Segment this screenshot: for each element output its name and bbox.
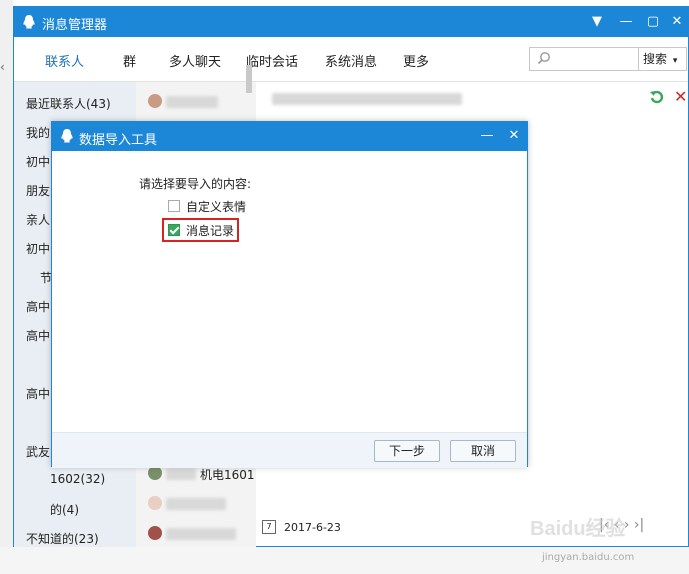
blurred-name — [166, 96, 218, 108]
tab-system-messages[interactable]: 系统消息 — [325, 51, 377, 70]
qq-logo-icon — [60, 128, 74, 144]
list-item[interactable]: 机电1601 — [200, 466, 255, 483]
sidebar-item[interactable]: 最近联系人(43) — [26, 95, 111, 112]
highlight-box — [162, 218, 239, 242]
avatar — [148, 466, 162, 480]
watermark-url: jingyan.baidu.com — [542, 552, 635, 563]
sidebar-item[interactable]: 武友 — [26, 443, 50, 460]
tab-multi-chat[interactable]: 多人聊天 — [169, 51, 221, 70]
desktop-strip — [0, 0, 13, 574]
tab-contacts[interactable]: 联系人 — [45, 51, 84, 70]
minimize-button[interactable]: — — [615, 11, 637, 33]
sidebar-item[interactable]: 的(4) — [50, 501, 79, 518]
dialog-close-button[interactable]: ✕ — [503, 125, 525, 147]
data-import-dialog: 数据导入工具 — ✕ 请选择要导入的内容: 自定义表情 消息记录 下一步 取消 — [51, 121, 528, 468]
search-button[interactable]: 搜索 ▾ — [638, 48, 687, 70]
main-window-title: 消息管理器 — [42, 18, 108, 33]
next-button[interactable]: 下一步 — [374, 440, 440, 462]
sidebar-item[interactable]: 我的 — [26, 124, 50, 141]
tab-temp-chat[interactable]: 临时会话 — [246, 51, 298, 70]
search-icon — [537, 51, 551, 68]
baidu-watermark: Baidu经验 — [530, 518, 626, 540]
maximize-button[interactable]: ▢ — [642, 11, 664, 33]
close-button[interactable]: ✕ — [666, 11, 688, 33]
avatar — [148, 496, 162, 510]
sidebar-item[interactable]: 1602(32) — [50, 472, 105, 486]
calendar-icon[interactable]: 7 — [262, 520, 276, 534]
custom-emoji-label[interactable]: 自定义表情 — [186, 198, 246, 215]
refresh-icon[interactable] — [648, 88, 666, 106]
scroll-indicator — [246, 65, 252, 93]
dialog-footer: 下一步 取消 — [52, 432, 527, 468]
sidebar-item[interactable]: 高中 — [26, 298, 50, 315]
sidebar-item[interactable]: 朋友 — [26, 182, 50, 199]
nav-tabs: 联系人 群 多人聊天 临时会话 系统消息 更多 搜索 ▾ — [14, 37, 688, 82]
delete-icon[interactable]: ✕ — [674, 87, 687, 106]
sidebar-item[interactable]: 初中 — [26, 153, 50, 170]
blurred-name — [166, 528, 236, 540]
sidebar-item[interactable]: 亲人 — [26, 211, 50, 228]
dialog-titlebar: 数据导入工具 — ✕ — [52, 122, 527, 151]
sidebar-item[interactable]: 高中 — [26, 327, 50, 344]
custom-emoji-checkbox[interactable] — [168, 200, 180, 212]
blurred-message — [272, 93, 462, 105]
sidebar-item[interactable]: 高中 — [26, 385, 50, 402]
search-button-label: 搜索 — [643, 52, 668, 66]
cancel-button[interactable]: 取消 — [450, 440, 516, 462]
blurred-name — [166, 498, 226, 510]
qq-logo-icon — [22, 14, 36, 30]
blurred-name — [166, 468, 196, 480]
date-label: 2017-6-23 — [284, 521, 341, 534]
avatar — [148, 526, 162, 540]
dialog-minimize-button[interactable]: — — [476, 125, 498, 147]
search-box[interactable]: 搜索 ▾ — [529, 47, 687, 71]
dropdown-icon[interactable]: ▼ — [586, 11, 608, 33]
tab-groups[interactable]: 群 — [123, 51, 136, 70]
sidebar-item[interactable]: 不知道的(23) — [26, 530, 99, 547]
chevron-down-icon: ▾ — [672, 56, 678, 66]
tab-more[interactable]: 更多 — [403, 51, 429, 70]
import-prompt: 请选择要导入的内容: — [139, 177, 252, 191]
left-edge-arrow-icon: ‹ — [0, 60, 5, 74]
sidebar-item[interactable]: 初中 — [26, 240, 50, 257]
dialog-title: 数据导入工具 — [79, 133, 158, 148]
avatar — [148, 94, 162, 108]
main-titlebar: 消息管理器 ▼ — ▢ ✕ — [14, 7, 688, 37]
